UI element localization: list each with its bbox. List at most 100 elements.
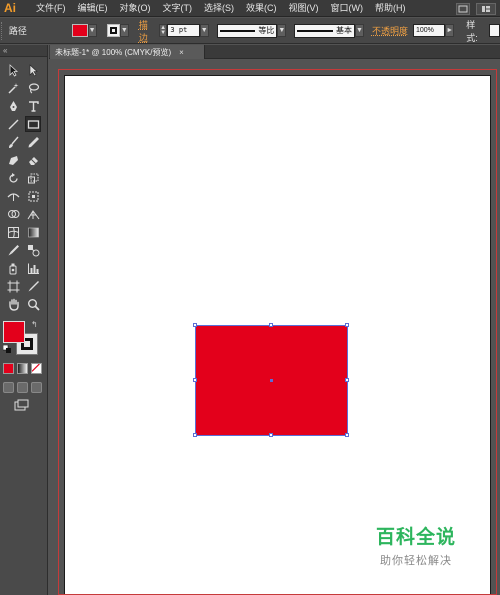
handle-middle-left[interactable] bbox=[193, 378, 197, 382]
bridge-button[interactable] bbox=[456, 2, 470, 15]
mesh-icon bbox=[7, 226, 19, 238]
eyedropper-tool[interactable] bbox=[5, 242, 21, 258]
chevron-right-icon: ► bbox=[446, 27, 454, 34]
blob-brush-icon bbox=[8, 155, 18, 165]
menu-object[interactable]: 对象(O) bbox=[114, 0, 157, 17]
arrange-documents-button[interactable] bbox=[476, 2, 496, 15]
handle-bottom-left[interactable] bbox=[193, 433, 197, 437]
rotate-tool[interactable] bbox=[5, 170, 21, 186]
menu-help[interactable]: 帮助(H) bbox=[369, 0, 412, 17]
type-icon bbox=[28, 100, 39, 112]
handle-bottom-middle[interactable] bbox=[269, 433, 273, 437]
brush-dropdown[interactable]: ▼ bbox=[355, 24, 364, 37]
profile-dropdown[interactable]: ▼ bbox=[277, 24, 287, 37]
menu-effect[interactable]: 效果(C) bbox=[240, 0, 283, 17]
direct-selection-tool[interactable] bbox=[25, 62, 41, 78]
rectangle-icon bbox=[27, 119, 39, 129]
document-tab[interactable]: 未标题-1* @ 100% (CMYK/预览) × bbox=[50, 45, 205, 59]
stroke-swatch[interactable] bbox=[106, 24, 120, 37]
handle-top-right[interactable] bbox=[345, 323, 349, 327]
menu-right-controls bbox=[456, 0, 500, 17]
brush-definition-select[interactable]: 基本 bbox=[294, 23, 356, 38]
draw-inside-button[interactable] bbox=[31, 382, 42, 393]
type-tool[interactable] bbox=[25, 98, 41, 114]
none-mode-button[interactable] bbox=[31, 363, 42, 374]
slice-tool[interactable] bbox=[25, 278, 41, 294]
gradient-mode-button[interactable] bbox=[17, 363, 28, 374]
column-graph-tool[interactable] bbox=[25, 260, 41, 276]
stroke-weight-stepper[interactable]: ▲ ▼ bbox=[158, 24, 168, 37]
free-transform-tool[interactable] bbox=[25, 188, 41, 204]
opacity-dropdown[interactable]: ► bbox=[445, 24, 455, 37]
draw-normal-button[interactable] bbox=[3, 382, 14, 393]
fill-dropdown[interactable]: ▼ bbox=[87, 24, 97, 37]
zoom-icon bbox=[27, 298, 40, 311]
scale-tool[interactable] bbox=[25, 170, 41, 186]
stroke-weight-field[interactable]: 3 pt bbox=[167, 24, 200, 37]
menu-view[interactable]: 视图(V) bbox=[283, 0, 325, 17]
document-area: 未标题-1* @ 100% (CMYK/预览) × bbox=[49, 45, 500, 595]
menu-select[interactable]: 选择(S) bbox=[198, 0, 240, 17]
lasso-icon bbox=[28, 82, 39, 94]
lasso-tool[interactable] bbox=[25, 80, 41, 96]
artboard-tool[interactable] bbox=[5, 278, 21, 294]
screen-mode-icon bbox=[14, 399, 29, 411]
opacity-label[interactable]: 不透明度 bbox=[372, 24, 408, 37]
stroke-dropdown[interactable]: ▼ bbox=[119, 24, 129, 37]
control-bar-grip[interactable] bbox=[1, 21, 5, 40]
selection-tool[interactable] bbox=[5, 62, 21, 78]
handle-top-middle[interactable] bbox=[269, 323, 273, 327]
watermark: 百科全说 助你轻松解决 bbox=[366, 522, 466, 568]
handle-top-left[interactable] bbox=[193, 323, 197, 327]
mesh-tool[interactable] bbox=[5, 224, 21, 240]
eraser-tool[interactable] bbox=[25, 152, 41, 168]
menu-edit[interactable]: 编辑(E) bbox=[72, 0, 114, 17]
tools-panel-header[interactable]: « bbox=[0, 45, 47, 57]
color-mode-button[interactable] bbox=[3, 363, 14, 374]
handle-middle-right[interactable] bbox=[345, 378, 349, 382]
draw-behind-button[interactable] bbox=[17, 382, 28, 393]
swap-fill-stroke-icon[interactable]: ↰ bbox=[31, 321, 39, 329]
stroke-weight-dropdown[interactable]: ▼ bbox=[199, 24, 209, 37]
zoom-tool[interactable] bbox=[25, 296, 41, 312]
chevron-down-icon: ▼ bbox=[356, 27, 363, 34]
center-point bbox=[270, 379, 273, 382]
rectangle-tool[interactable] bbox=[25, 116, 41, 132]
handle-bottom-right[interactable] bbox=[345, 433, 349, 437]
style-swatch[interactable] bbox=[488, 24, 500, 37]
menu-file[interactable]: 文件(F) bbox=[30, 0, 72, 17]
width-tool[interactable] bbox=[5, 188, 21, 204]
perspective-grid-icon bbox=[27, 209, 39, 219]
watermark-title: 百科全说 bbox=[375, 526, 456, 548]
brush-label: 基本 bbox=[336, 26, 353, 35]
pencil-tool[interactable] bbox=[25, 134, 41, 150]
scale-icon bbox=[27, 173, 38, 183]
chevron-down-icon: ▼ bbox=[120, 27, 128, 34]
default-fill-stroke-icon[interactable] bbox=[2, 344, 11, 353]
blend-tool[interactable] bbox=[25, 242, 41, 258]
fill-color-box[interactable] bbox=[3, 321, 25, 343]
shape-builder-tool[interactable] bbox=[5, 206, 21, 222]
menu-type[interactable]: 文字(T) bbox=[157, 0, 199, 17]
gradient-tool[interactable] bbox=[25, 224, 41, 240]
close-icon[interactable]: × bbox=[179, 48, 184, 57]
document-tab-bar: 未标题-1* @ 100% (CMYK/预览) × bbox=[49, 45, 500, 59]
stroke-label[interactable]: 描边 bbox=[139, 18, 156, 44]
line-segment-tool[interactable] bbox=[5, 116, 21, 132]
magic-wand-tool[interactable] bbox=[5, 80, 21, 96]
paintbrush-icon bbox=[8, 136, 19, 148]
drawing-modes-row bbox=[3, 382, 42, 393]
hand-tool[interactable] bbox=[5, 296, 21, 312]
change-screen-mode-button[interactable] bbox=[14, 399, 30, 411]
paintbrush-tool[interactable] bbox=[5, 134, 21, 150]
fill-swatch[interactable] bbox=[72, 24, 88, 37]
stroke-square-icon bbox=[109, 27, 117, 34]
blob-brush-tool[interactable] bbox=[5, 152, 21, 168]
pen-tool[interactable] bbox=[5, 98, 21, 114]
perspective-grid-tool[interactable] bbox=[25, 206, 41, 222]
opacity-field[interactable]: 100% bbox=[412, 24, 446, 37]
menu-bar: Ai 文件(F) 编辑(E) 对象(O) 文字(T) 选择(S) 效果(C) 视… bbox=[0, 0, 500, 17]
variable-width-profile-select[interactable]: 等比 bbox=[216, 23, 278, 38]
symbol-sprayer-tool[interactable] bbox=[5, 260, 21, 276]
menu-window[interactable]: 窗口(W) bbox=[325, 0, 370, 17]
